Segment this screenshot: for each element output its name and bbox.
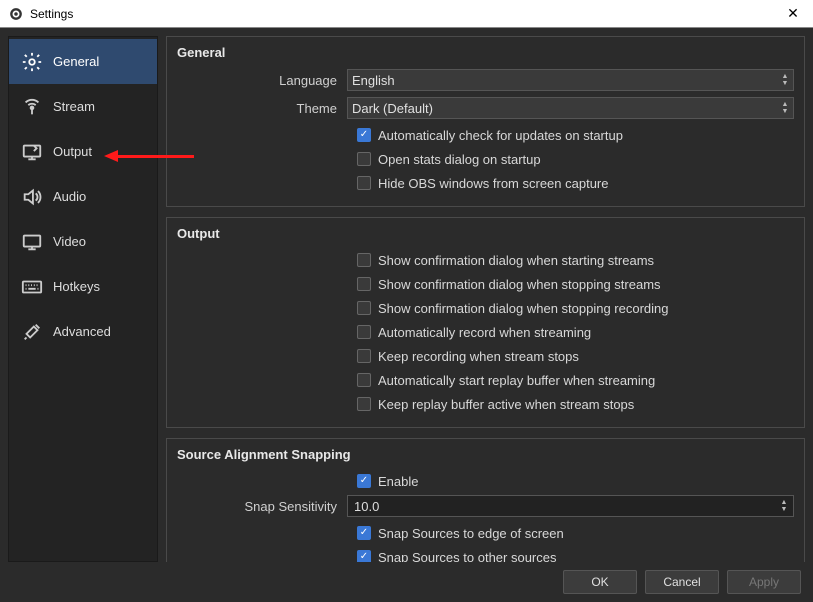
content-area: General Language English ▲▼ Theme	[166, 36, 805, 562]
footer: OK Cancel Apply	[0, 562, 813, 602]
auto-record-label: Automatically record when streaming	[378, 325, 591, 340]
sidebar-item-label: Audio	[53, 189, 86, 204]
open-stats-label: Open stats dialog on startup	[378, 152, 541, 167]
check-updates-checkbox[interactable]	[357, 128, 371, 142]
confirm-stoprec-checkbox[interactable]	[357, 301, 371, 315]
keep-replay-checkbox[interactable]	[357, 397, 371, 411]
sidebar-item-label: Video	[53, 234, 86, 249]
sidebar-item-audio[interactable]: Audio	[9, 174, 157, 219]
theme-select[interactable]: Dark (Default)	[347, 97, 794, 119]
section-title: Output	[177, 226, 794, 241]
open-stats-checkbox[interactable]	[357, 152, 371, 166]
sidebar-item-hotkeys[interactable]: Hotkeys	[9, 264, 157, 309]
auto-replay-checkbox[interactable]	[357, 373, 371, 387]
sidebar-item-label: Output	[53, 144, 92, 159]
snap-other-label: Snap Sources to other sources	[378, 550, 557, 563]
section-title: Source Alignment Snapping	[177, 447, 794, 462]
antenna-icon	[19, 96, 45, 118]
titlebar: Settings ✕	[0, 0, 813, 28]
sidebar-item-stream[interactable]: Stream	[9, 84, 157, 129]
app-icon	[8, 6, 24, 22]
close-icon[interactable]: ✕	[781, 5, 805, 22]
confirm-stop-label: Show confirmation dialog when stopping s…	[378, 277, 661, 292]
sidebar-item-general[interactable]: General	[9, 39, 157, 84]
confirm-start-checkbox[interactable]	[357, 253, 371, 267]
window-title: Settings	[30, 7, 781, 21]
section-output: Output Show confirmation dialog when sta…	[166, 217, 805, 428]
confirm-start-label: Show confirmation dialog when starting s…	[378, 253, 654, 268]
auto-record-checkbox[interactable]	[357, 325, 371, 339]
keep-recording-label: Keep recording when stream stops	[378, 349, 579, 364]
speaker-icon	[19, 186, 45, 208]
auto-replay-label: Automatically start replay buffer when s…	[378, 373, 655, 388]
sidebar-item-output[interactable]: Output	[9, 129, 157, 174]
keep-recording-checkbox[interactable]	[357, 349, 371, 363]
cancel-button[interactable]: Cancel	[645, 570, 719, 594]
section-title: General	[177, 45, 794, 60]
ok-button[interactable]: OK	[563, 570, 637, 594]
sidebar-item-label: Stream	[53, 99, 95, 114]
sidebar-item-advanced[interactable]: Advanced	[9, 309, 157, 354]
sidebar: General Stream Output Audio Video	[8, 36, 158, 562]
hide-obs-label: Hide OBS windows from screen capture	[378, 176, 608, 191]
snap-other-checkbox[interactable]	[357, 550, 371, 562]
section-snapping: Source Alignment Snapping Enable Snap Se…	[166, 438, 805, 562]
apply-button[interactable]: Apply	[727, 570, 801, 594]
tools-icon	[19, 321, 45, 343]
hide-obs-checkbox[interactable]	[357, 176, 371, 190]
sidebar-item-label: General	[53, 54, 99, 69]
snap-edge-label: Snap Sources to edge of screen	[378, 526, 564, 541]
sidebar-item-label: Advanced	[53, 324, 111, 339]
sidebar-item-label: Hotkeys	[53, 279, 100, 294]
language-select[interactable]: English	[347, 69, 794, 91]
confirm-stop-checkbox[interactable]	[357, 277, 371, 291]
section-general: General Language English ▲▼ Theme	[166, 36, 805, 207]
check-updates-label: Automatically check for updates on start…	[378, 128, 623, 143]
confirm-stoprec-label: Show confirmation dialog when stopping r…	[378, 301, 669, 316]
snap-enable-checkbox[interactable]	[357, 474, 371, 488]
keyboard-icon	[19, 276, 45, 298]
sidebar-item-video[interactable]: Video	[9, 219, 157, 264]
snap-enable-label: Enable	[378, 474, 418, 489]
output-icon	[19, 141, 45, 163]
video-icon	[19, 231, 45, 253]
gear-icon	[19, 51, 45, 73]
snap-sensitivity-value: 10.0	[354, 499, 379, 514]
keep-replay-label: Keep replay buffer active when stream st…	[378, 397, 634, 412]
snap-sensitivity-input[interactable]: 10.0 ▲▼	[347, 495, 794, 517]
language-label: Language	[177, 73, 347, 88]
spinner-icon[interactable]: ▲▼	[777, 497, 791, 515]
snap-sensitivity-label: Snap Sensitivity	[177, 499, 347, 514]
snap-edge-checkbox[interactable]	[357, 526, 371, 540]
theme-label: Theme	[177, 101, 347, 116]
